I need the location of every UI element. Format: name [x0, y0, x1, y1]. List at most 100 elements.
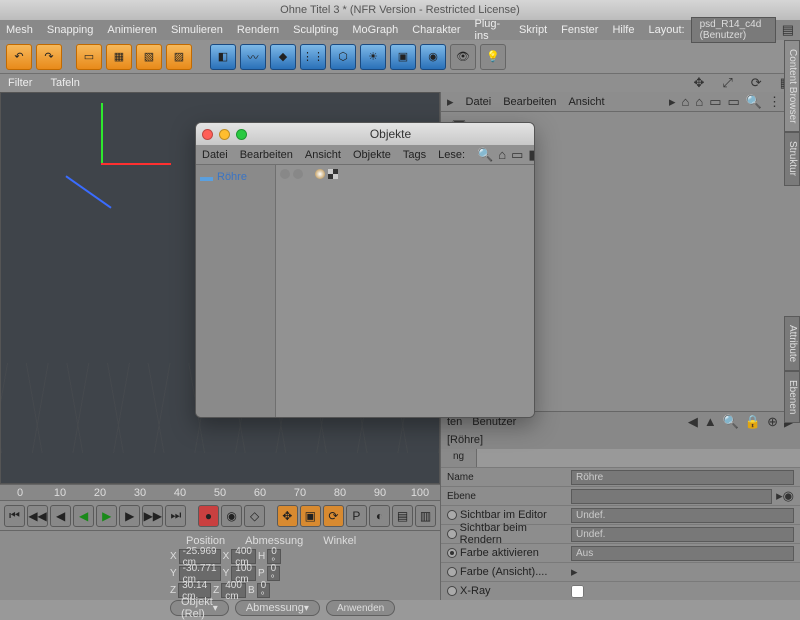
browser-back-icon[interactable]: ▸ [669, 94, 676, 110]
undo-button[interactable]: ↶ [6, 44, 32, 70]
zoom-icon[interactable] [236, 129, 247, 140]
browser-catalog-icon[interactable]: ▭ [728, 94, 740, 110]
menu-skript[interactable]: Skript [519, 24, 547, 36]
menu-simulieren[interactable]: Simulieren [171, 24, 223, 36]
play-forward-button[interactable]: ▶ [96, 505, 117, 527]
attr-tab-basic[interactable]: ng [441, 449, 477, 467]
next-frame-button[interactable]: ▶ [119, 505, 140, 527]
menu-plugins[interactable]: Plug-ins [475, 18, 506, 42]
objects-dialog[interactable]: Objekte Datei Bearbeiten Ansicht Objekte… [195, 122, 535, 418]
goto-start-button[interactable]: ⏮ [4, 505, 25, 527]
redo-button[interactable]: ↷ [36, 44, 62, 70]
close-icon[interactable] [202, 129, 213, 140]
minimize-icon[interactable] [219, 129, 230, 140]
array-object-button[interactable]: ⋮⋮ [300, 44, 326, 70]
dlg-menu-objekte[interactable]: Objekte [353, 149, 391, 161]
dlg-menu-ansicht[interactable]: Ansicht [305, 149, 341, 161]
view-zoom-icon[interactable]: ⤢ [722, 75, 732, 91]
ang-p-field[interactable]: 0 ° [267, 566, 281, 581]
picture-viewer-button[interactable]: ▨ [166, 44, 192, 70]
render-view-button[interactable]: ▦ [106, 44, 132, 70]
apply-button[interactable]: Anwenden [326, 600, 395, 616]
browser-menu-datei[interactable]: Datei [466, 96, 492, 108]
sidetab-content-browser[interactable]: Content Browser [784, 40, 800, 132]
menu-hilfe[interactable]: Hilfe [612, 24, 634, 36]
render-settings-button[interactable]: ▧ [136, 44, 162, 70]
prop-color-enable-field[interactable]: Aus [571, 546, 794, 561]
next-key-button[interactable]: ▶▶ [142, 505, 163, 527]
cube-object-button[interactable]: ◧ [210, 44, 236, 70]
visibility-dot-render[interactable] [293, 169, 303, 179]
camera-button[interactable]: ▣ [390, 44, 416, 70]
object-tree[interactable]: ▬ Röhre [196, 165, 276, 417]
coord-mode-dropdown[interactable]: Objekt (Rel) ▾ [170, 600, 229, 616]
deformer-button[interactable]: ⬡ [330, 44, 356, 70]
browser-menu-ansicht[interactable]: Ansicht [568, 96, 604, 108]
environment-button[interactable]: ☀ [360, 44, 386, 70]
sidetab-struktur[interactable]: Struktur [784, 132, 800, 185]
layout-dropdown[interactable]: psd_R14_c4d (Benutzer) [691, 17, 776, 43]
anim-layer-button[interactable]: ▤ [392, 505, 413, 527]
light-button[interactable]: ◉ [420, 44, 446, 70]
play-backward-button[interactable]: ◀ [73, 505, 94, 527]
attr-new-icon[interactable]: ⊕ [767, 414, 778, 430]
prop-editor-vis-field[interactable]: Undef. [571, 508, 794, 523]
param-key-button[interactable]: P [346, 505, 367, 527]
xray-checkbox[interactable] [571, 585, 584, 598]
dlg-menu-bearbeiten[interactable]: Bearbeiten [240, 149, 293, 161]
browser-presets-icon[interactable]: ▭ [709, 94, 721, 110]
tafeln-tab[interactable]: Tafeln [50, 77, 79, 89]
menu-sculpting[interactable]: Sculpting [293, 24, 338, 36]
dlg-home-icon[interactable]: ⌂ [498, 147, 506, 163]
texture-tag-icon[interactable] [328, 169, 338, 179]
dim-z-field[interactable]: 400 cm [221, 583, 246, 598]
view-rotate-icon[interactable]: ⟳ [751, 75, 762, 91]
goto-end-button[interactable]: ⏭ [165, 505, 186, 527]
spline-object-button[interactable]: 〰 [240, 44, 266, 70]
sidetab-ebenen[interactable]: Ebenen [784, 371, 800, 423]
dlg-menu-tags[interactable]: Tags [403, 149, 426, 161]
dlg-dock-icon[interactable]: ◧ [528, 147, 535, 163]
filter-tab[interactable]: Filter [8, 77, 32, 89]
axis-x[interactable] [101, 163, 171, 165]
pla-key-button[interactable]: ◐ [369, 505, 390, 527]
autokey-button[interactable]: ◉ [221, 505, 242, 527]
prop-layer-field[interactable] [571, 489, 772, 504]
scale-key-button[interactable]: ▣ [300, 505, 321, 527]
timeline-ruler[interactable]: 0102030405060708090100 0 B 0 [0, 484, 440, 500]
browser-home-icon[interactable]: ⌂ [695, 94, 703, 110]
menu-snapping[interactable]: Snapping [47, 24, 94, 36]
attr-search-icon[interactable]: 🔍 [723, 414, 739, 430]
browser-menu-bearbeiten[interactable]: Bearbeiten [503, 96, 556, 108]
axis-z[interactable] [65, 175, 111, 208]
browser-expand-icon[interactable]: ▸ [447, 94, 454, 110]
menu-mesh[interactable]: Mesh [6, 24, 33, 36]
rot-key-button[interactable]: ⟳ [323, 505, 344, 527]
phong-tag-icon[interactable] [315, 169, 325, 179]
object-tags-area[interactable] [276, 165, 534, 417]
keyframe-sel-button[interactable]: ◇ [244, 505, 265, 527]
bulb-button[interactable]: 💡 [480, 44, 506, 70]
prop-render-vis-field[interactable]: Undef. [571, 527, 794, 542]
browser-up-icon[interactable]: ⌂ [682, 94, 690, 110]
visibility-dot-editor[interactable] [280, 169, 290, 179]
ang-b-field[interactable]: 0 ° [257, 583, 271, 598]
pos-key-button[interactable]: ✥ [277, 505, 298, 527]
anim-mode-button[interactable]: ▥ [415, 505, 436, 527]
dialog-titlebar[interactable]: Objekte [196, 123, 534, 145]
layout-menu-icon[interactable]: ▤ [782, 22, 794, 38]
axis-y[interactable] [101, 103, 103, 163]
menu-fenster[interactable]: Fenster [561, 24, 598, 36]
layer-picker-icon[interactable]: ▸◉ [776, 488, 794, 504]
prev-frame-button[interactable]: ◀ [50, 505, 71, 527]
sidetab-attribute[interactable]: Attribute [784, 316, 800, 371]
record-button[interactable]: ● [198, 505, 219, 527]
dlg-search-icon[interactable]: 🔍 [477, 147, 493, 163]
color-arrow-icon[interactable]: ▸ [571, 564, 578, 580]
menu-charakter[interactable]: Charakter [412, 24, 460, 36]
eye-button[interactable]: 👁 [450, 44, 476, 70]
browser-find-icon[interactable]: 🔍 [746, 94, 762, 110]
dlg-view-icon[interactable]: ▭ [511, 147, 523, 163]
view-move-icon[interactable]: ✥ [693, 75, 704, 91]
prev-key-button[interactable]: ◀◀ [27, 505, 48, 527]
